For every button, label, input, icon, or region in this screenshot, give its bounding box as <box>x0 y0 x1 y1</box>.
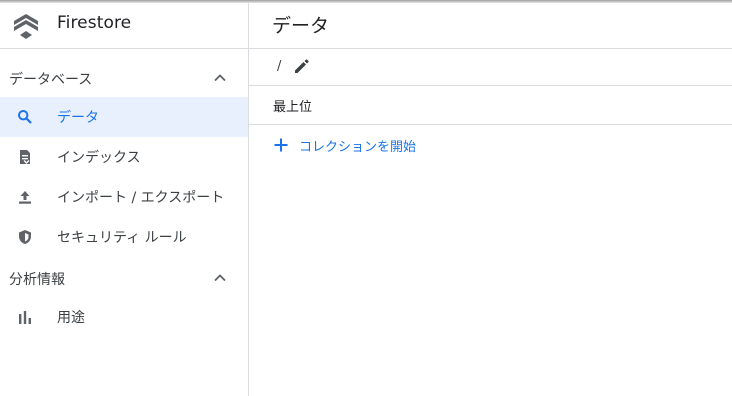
sidebar-item-label: データ <box>57 110 99 126</box>
sidebar-header: Firestore <box>0 3 248 49</box>
bar-chart-icon <box>19 311 31 324</box>
search-icon <box>18 110 32 124</box>
section-insights-header[interactable]: 分析情報 <box>0 260 248 296</box>
root-level-row: 最上位 <box>249 85 732 125</box>
section-database-label: データベース <box>9 72 93 88</box>
firestore-logo-icon <box>14 14 38 39</box>
sidebar-item-security-rules[interactable]: セキュリティ ルール <box>0 217 248 257</box>
section-database-header[interactable]: データベース <box>0 60 248 96</box>
shield-icon <box>19 230 31 244</box>
sidebar-item-indexes[interactable]: インデックス <box>0 137 248 177</box>
page-title: データ <box>272 15 330 37</box>
plus-icon <box>274 138 288 152</box>
chevron-up-icon <box>214 74 226 82</box>
index-icon <box>20 150 30 164</box>
edit-path-icon[interactable] <box>292 58 310 76</box>
sidebar-item-usage[interactable]: 用途 <box>0 297 248 337</box>
chevron-up-icon <box>214 274 226 282</box>
path-bar: / <box>249 48 732 86</box>
app-name: Firestore <box>57 13 132 33</box>
sidebar-item-import-export[interactable]: インポート / エクスポート <box>0 177 248 217</box>
sidebar-item-label: セキュリティ ルール <box>57 230 187 246</box>
sidebar-item-label: 用途 <box>57 310 85 326</box>
path-text: / <box>277 59 282 74</box>
sidebar-item-label: インポート / エクスポート <box>57 190 225 206</box>
root-level-label: 最上位 <box>273 100 313 115</box>
section-insights-label: 分析情報 <box>9 272 65 288</box>
sidebar: Firestore データベース データ インデックス インポート / エクスポ… <box>0 3 249 396</box>
main-panel: データ / 最上位 コレクションを開始 <box>249 3 732 396</box>
upload-icon <box>19 191 31 204</box>
sidebar-item-data[interactable]: データ <box>0 97 248 137</box>
start-collection-label: コレクションを開始 <box>299 140 417 155</box>
sidebar-item-label: インデックス <box>57 150 141 166</box>
